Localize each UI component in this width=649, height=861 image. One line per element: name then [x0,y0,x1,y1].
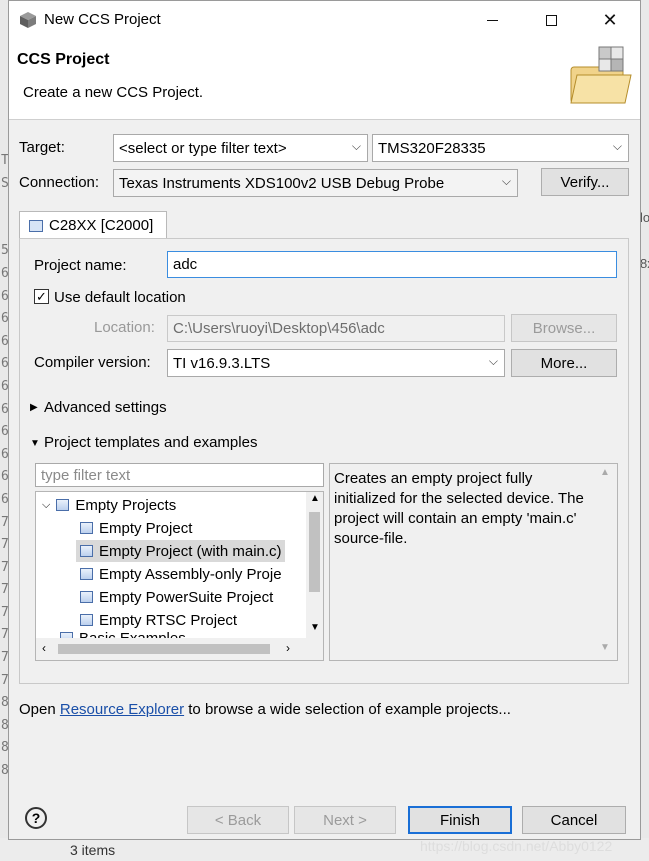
compiler-version-label: Compiler version: [34,354,151,371]
target-filter-text: <select or type filter text> [119,139,287,157]
tree-group-empty-projects[interactable]: ⌵ Empty Projects [42,494,176,516]
window-title: New CCS Project [44,11,161,28]
page-subtitle: Create a new CCS Project. [23,84,204,101]
project-template-icon [80,591,93,603]
target-device-combo[interactable]: TMS320F28335 ⌵ [372,134,629,162]
use-default-checkbox[interactable]: ✓ [34,289,49,304]
tree-item-label: Empty Project [99,519,193,537]
project-name-label: Project name: [34,257,127,274]
verify-button[interactable]: Verify... [541,168,629,196]
more-button[interactable]: More... [511,349,617,377]
maximize-button[interactable] [528,1,574,39]
tree-item[interactable]: Empty PowerSuite Project [80,586,273,608]
tree-item-selected[interactable]: Empty Project (with main.c) [76,540,285,562]
checkmark-icon: ✓ [36,289,47,304]
chevron-down-icon: ⌵ [612,139,622,153]
watermark: https://blog.csdn.net/Abby0122 [420,838,613,854]
chevron-down-icon: ⌵ [42,498,51,511]
next-button[interactable]: Next > [294,806,396,834]
tab-c28xx[interactable]: C28XX [C2000] [19,211,167,239]
app-cube-icon [19,11,37,29]
location-label: Location: [94,319,155,336]
device-icon [29,219,43,232]
target-filter-combo[interactable]: <select or type filter text> ⌵ [113,134,368,162]
project-name-input[interactable]: adc [167,251,617,278]
background-ide-right: lo 8x [640,0,649,861]
resource-explorer-link[interactable]: Resource Explorer [60,701,184,718]
template-tree[interactable]: ⌵ Empty Projects Empty Project Empty Pro… [35,491,324,661]
template-filter-input[interactable]: type filter text [35,463,324,487]
minimize-button[interactable] [469,1,515,39]
background-snippet: lo [640,210,649,225]
scroll-down-icon: ▼ [600,642,610,653]
template-description: Creates an empty project fully initializ… [329,463,618,661]
tree-group-label: Empty Projects [75,496,177,514]
connection-label: Connection: [19,174,100,191]
scroll-up-icon: ▲ [310,493,320,504]
tree-item-label: Empty RTSC Project [99,611,238,629]
folder-icon [56,499,70,511]
maximize-icon [545,14,557,26]
chevron-down-icon: ⌵ [501,174,511,188]
use-default-label: Use default location [54,289,186,306]
tree-item-label: Empty PowerSuite Project [99,588,274,606]
close-icon: ✕ [602,9,618,30]
background-status-bar: 3 items https://blog.csdn.net/Abby0122 [0,838,649,861]
resource-explorer-line: Open Resource Explorer to browse a wide … [19,701,511,718]
back-button[interactable]: < Back [187,806,289,834]
chevron-down-icon: ⌵ [351,139,361,153]
project-folder-icon [569,45,633,109]
chevron-down-icon: ▼ [30,438,40,449]
resource-prefix: Open [19,701,60,718]
templates-toggle[interactable]: Project templates and examples [44,434,257,451]
target-label: Target: [19,139,65,156]
cancel-button[interactable]: Cancel [522,806,626,834]
background-snippet: 8x [640,256,649,271]
compiler-version-combo[interactable]: TI v16.9.3.LTS ⌵ [167,349,505,377]
tree-vertical-scrollbar[interactable]: ▲ ▼ [306,492,323,638]
dialog-window: New CCS Project ✕ CCS Project Create a n… [8,0,641,840]
tree-item[interactable]: Empty Assembly-only Proje [80,563,282,585]
wizard-banner: CCS Project Create a new CCS Project. [9,39,640,120]
tree-item-label: Empty Assembly-only Proje [99,565,282,583]
help-icon[interactable]: ? [25,807,47,829]
status-items-count: 3 items [70,842,116,858]
connection-combo[interactable]: Texas Instruments XDS100v2 USB Debug Pro… [113,169,518,197]
location-input[interactable]: C:\Users\ruoyi\Desktop\456\adc [167,315,505,342]
project-template-icon [80,614,93,626]
project-template-icon [80,568,93,580]
scroll-left-icon: ‹ [42,641,46,655]
scrollbar-thumb[interactable] [58,644,270,654]
tree-item[interactable]: Empty RTSC Project [80,609,237,631]
page-title: CCS Project [17,51,110,68]
scrollbar-thumb[interactable] [309,512,320,592]
description-text: Creates an empty project fully initializ… [334,470,584,547]
project-template-icon [80,545,93,557]
resource-suffix: to browse a wide selection of example pr… [184,701,511,718]
advanced-settings-toggle[interactable]: Advanced settings [44,399,167,416]
browse-button[interactable]: Browse... [511,314,617,342]
tree-horizontal-scrollbar[interactable]: ‹ › [36,638,323,660]
project-template-icon [80,522,93,534]
close-button[interactable]: ✕ [587,1,633,39]
scroll-right-icon: › [286,641,290,655]
chevron-down-icon: ⌵ [488,354,498,368]
tab-panel: Project name: adc ✓ Use default location… [19,238,629,684]
tree-item-label: Empty Project (with main.c) [99,542,282,560]
chevron-right-icon: ▶ [30,402,38,413]
tree-item[interactable]: Empty Project [80,517,192,539]
compiler-version-value: TI v16.9.3.LTS [173,354,271,372]
scroll-up-icon: ▲ [600,467,610,478]
finish-button[interactable]: Finish [408,806,512,834]
minimize-icon [486,19,498,21]
target-device-value: TMS320F28335 [378,139,486,157]
scroll-down-icon: ▼ [310,622,320,633]
connection-value: Texas Instruments XDS100v2 USB Debug Pro… [119,174,445,192]
tab-label: C28XX [C2000] [49,217,154,234]
title-bar[interactable]: New CCS Project ✕ [9,1,640,39]
